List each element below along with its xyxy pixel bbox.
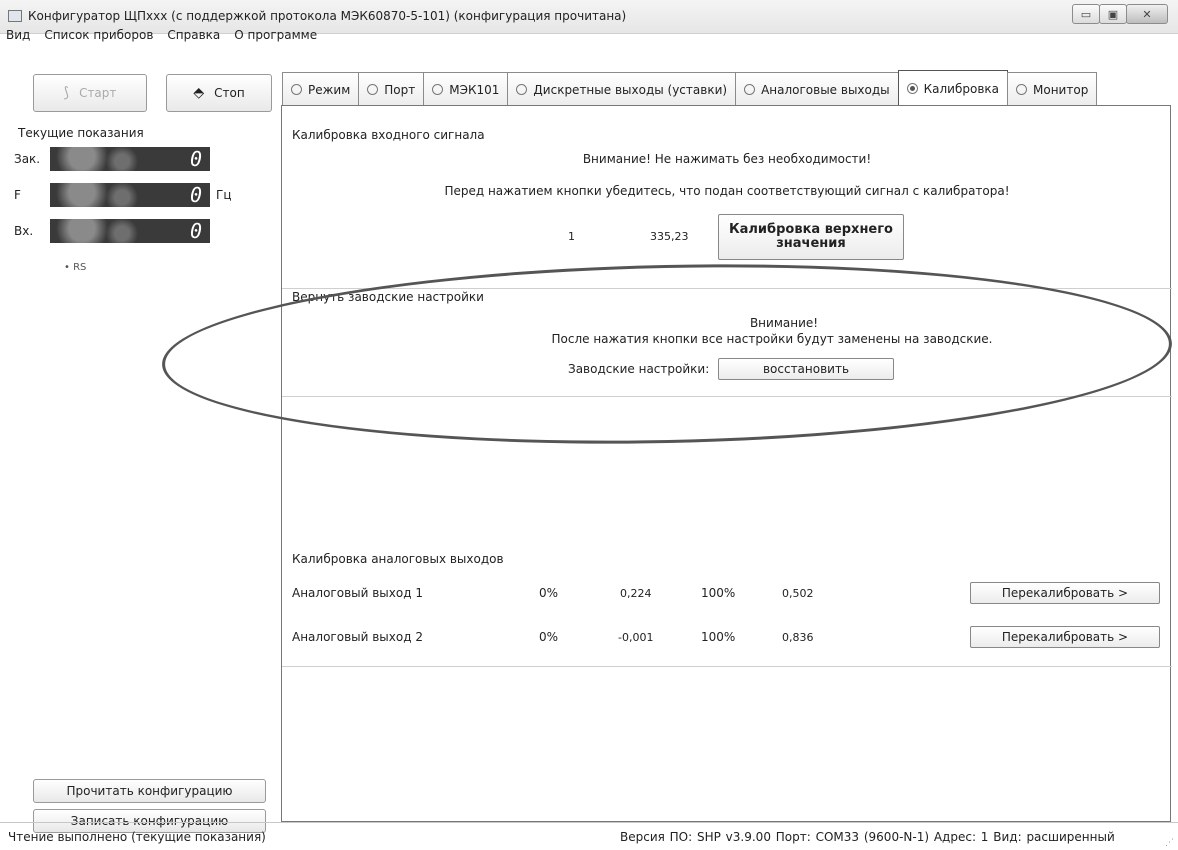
meter-label: Зак. bbox=[14, 152, 41, 166]
maximize-button[interactable]: ▣ bbox=[1099, 4, 1127, 24]
tab-iec101[interactable]: МЭК101 bbox=[423, 72, 509, 106]
tab-label: Монитор bbox=[1033, 82, 1089, 97]
rs-dot-icon: • bbox=[64, 262, 70, 273]
tab-port[interactable]: Порт bbox=[358, 72, 425, 106]
menu-help[interactable]: Справка bbox=[161, 28, 228, 42]
recalibrate-button-1[interactable]: Перекалибровать > bbox=[970, 582, 1160, 604]
divider bbox=[282, 396, 1172, 397]
factory-reset-title: Вернуть заводские настройки bbox=[292, 290, 484, 304]
analog-calibration-title: Калибровка аналоговых выходов bbox=[292, 552, 504, 566]
input-calibration-title: Калибровка входного сигнала bbox=[292, 128, 485, 142]
tab-discrete-outputs[interactable]: Дискретные выходы (уставки) bbox=[507, 72, 737, 106]
menu-device-list[interactable]: Список приборов bbox=[38, 28, 161, 42]
start-button[interactable]: ⟆ Старт bbox=[33, 74, 147, 112]
menu-view[interactable]: Вид bbox=[0, 28, 38, 42]
menu-about[interactable]: О программе bbox=[228, 28, 325, 42]
analog-output-val-high: 0,836 bbox=[782, 631, 814, 644]
analog-output-pct-low: 0% bbox=[539, 586, 559, 600]
calibration-value: 335,23 bbox=[650, 230, 689, 243]
read-config-button[interactable]: Прочитать конфигурацию bbox=[33, 779, 266, 803]
rs-label: RS bbox=[73, 262, 87, 273]
minimize-button[interactable]: ▭ bbox=[1072, 4, 1100, 24]
status-text: Чтение выполнено (текущие показания) bbox=[8, 829, 266, 844]
calibrate-upper-button[interactable]: Калибровка верхнего значения bbox=[718, 214, 904, 260]
meter-display: 0 bbox=[50, 219, 210, 243]
tab-analog-outputs[interactable]: Аналоговые выходы bbox=[735, 72, 899, 106]
left-pane: ⟆ Старт ⬘ Стоп Текущие показания Зак. 0 … bbox=[8, 66, 278, 833]
resize-grip-icon[interactable]: ⋰ bbox=[1165, 838, 1174, 848]
radio-icon bbox=[367, 84, 379, 95]
tab-label: Порт bbox=[384, 82, 416, 97]
meter-row-closed: Зак. 0 bbox=[14, 146, 216, 172]
meter-row-input: Вх. 0 bbox=[14, 218, 216, 244]
analog-output-name: Аналоговый выход 1 bbox=[292, 586, 423, 600]
restore-button[interactable]: восстановить bbox=[718, 358, 894, 380]
radio-icon bbox=[432, 84, 444, 95]
radio-icon bbox=[291, 84, 302, 95]
analog-output-name: Аналоговый выход 2 bbox=[292, 630, 423, 644]
tab-bar: Режим Порт МЭК101 Дискретные выходы (уст… bbox=[282, 70, 1098, 106]
radio-icon bbox=[516, 84, 528, 95]
tab-calibration[interactable]: Калибровка bbox=[897, 70, 1009, 106]
status-bar: Чтение выполнено (текущие показания) Вер… bbox=[0, 822, 1178, 850]
start-icon: ⟆ bbox=[63, 85, 70, 101]
divider bbox=[282, 666, 1172, 667]
calibration-index: 1 bbox=[568, 230, 575, 243]
meter-unit: Гц bbox=[216, 188, 232, 202]
tab-label: Аналоговые выходы bbox=[761, 82, 890, 97]
tab-label: Режим bbox=[308, 82, 351, 97]
analog-output-pct-low: 0% bbox=[539, 630, 559, 644]
calibration-panel: Калибровка входного сигнала Внимание! Не… bbox=[281, 105, 1172, 822]
menu-bar: Вид Список приборов Справка О программе bbox=[0, 24, 1178, 46]
analog-output-val-low: 0,224 bbox=[620, 587, 652, 600]
tab-label: Дискретные выходы (уставки) bbox=[533, 82, 728, 97]
app-icon bbox=[8, 10, 22, 22]
divider bbox=[282, 288, 1172, 289]
radio-icon bbox=[1016, 84, 1028, 95]
window-title: Конфигуратор ЩПxxx (с поддержкой протоко… bbox=[28, 9, 627, 23]
meter-display: 0 bbox=[50, 183, 210, 207]
close-button[interactable]: ✕ bbox=[1126, 4, 1168, 24]
meter-label: F bbox=[14, 188, 21, 202]
factory-warning-text: После нажатия кнопки все настройки будут… bbox=[551, 332, 993, 346]
radio-icon bbox=[744, 84, 756, 95]
meter-row-frequency: F 0 Гц bbox=[14, 182, 232, 208]
analog-output-pct-high: 100% bbox=[701, 630, 736, 644]
stop-button[interactable]: ⬘ Стоп bbox=[166, 74, 272, 112]
analog-output-val-low: -0,001 bbox=[618, 631, 654, 644]
factory-warning-title: Внимание! bbox=[749, 316, 819, 330]
tab-label: МЭК101 bbox=[449, 82, 500, 97]
factory-settings-label: Заводские настройки: bbox=[568, 362, 710, 376]
radio-selected-icon bbox=[906, 83, 918, 94]
instruction-text: Перед нажатием кнопки убедитесь, что под… bbox=[444, 184, 1010, 198]
warning-text: Внимание! Не нажимать без необходимости! bbox=[582, 152, 872, 166]
tab-mode[interactable]: Режим bbox=[282, 72, 360, 106]
rs-indicator: • RS bbox=[64, 262, 86, 273]
analog-output-pct-high: 100% bbox=[701, 586, 736, 600]
stop-label: Стоп bbox=[214, 86, 245, 100]
stop-icon: ⬘ bbox=[193, 85, 205, 101]
analog-output-val-high: 0,502 bbox=[782, 587, 814, 600]
meter-display: 0 bbox=[50, 147, 210, 171]
tab-label: Калибровка bbox=[923, 81, 1000, 96]
window-controls: ▭ ▣ ✕ bbox=[1072, 4, 1168, 26]
meter-label: Вх. bbox=[14, 224, 34, 238]
start-label: Старт bbox=[79, 86, 117, 100]
tab-monitor[interactable]: Монитор bbox=[1007, 72, 1098, 106]
recalibrate-button-2[interactable]: Перекалибровать > bbox=[970, 626, 1160, 648]
status-info: Версия ПО: SHP v3.9.00 Порт: COM33 (9600… bbox=[620, 829, 1115, 844]
current-readings-label: Текущие показания bbox=[18, 126, 144, 140]
